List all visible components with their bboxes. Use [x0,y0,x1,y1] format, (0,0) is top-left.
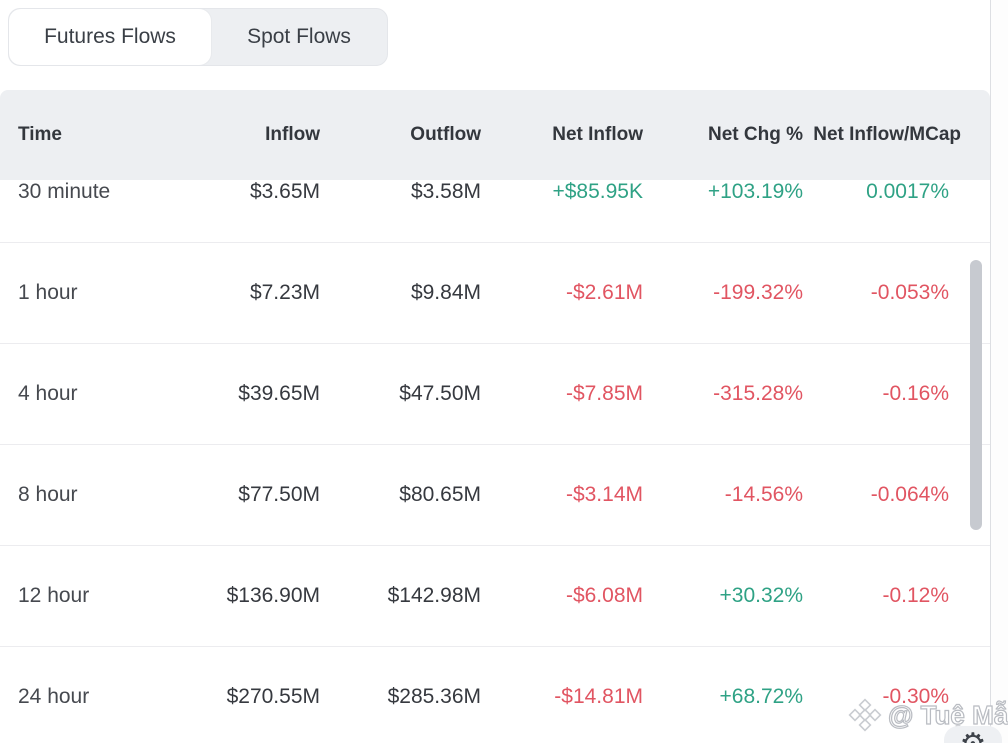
table-scrollbar-thumb[interactable] [970,260,982,530]
cell-time: 30 minute [18,180,191,204]
page-scrollbar-track[interactable] [990,0,1008,743]
cell-outflow: $47.50M [320,382,481,406]
table-row: 30 minute $3.65M $3.58M +$85.95K +103.19… [0,180,990,243]
gear-icon: ⚙ [960,730,987,743]
cell-time: 1 hour [18,281,191,305]
column-header: Outflow [320,124,481,146]
cell-net-inflow: -$3.14M [481,483,643,507]
cell-net-inflow-mcap: 0.0017% [803,180,961,204]
cell-net-chg-pct: -199.32% [643,281,803,305]
column-header: Inflow [191,124,320,146]
cell-inflow: $7.23M [191,281,320,305]
cell-net-inflow-mcap: -0.053% [803,281,961,305]
cell-time: 4 hour [18,382,191,406]
cell-inflow: $77.50M [191,483,320,507]
cell-net-chg-pct: -14.56% [643,483,803,507]
table-row: 24 hour $270.55M $285.36M -$14.81M +68.7… [0,647,990,743]
flows-tab-group: Futures Flows Spot Flows [8,8,388,66]
futures-flows-panel: Futures Flows Spot Flows TimeInflowOutfl… [0,0,1008,743]
table-row: 4 hour $39.65M $47.50M -$7.85M -315.28% … [0,344,990,445]
cell-net-chg-pct: -315.28% [643,382,803,406]
cell-outflow: $3.58M [320,180,481,204]
cell-net-chg-pct: +30.32% [643,584,803,608]
cell-inflow: $136.90M [191,584,320,608]
tab-spot-flows-label: Spot Flows [247,25,351,49]
table-row: 1 hour $7.23M $9.84M -$2.61M -199.32% -0… [0,243,990,344]
cell-net-inflow: -$14.81M [481,685,643,709]
cell-outflow: $285.36M [320,685,481,709]
column-header: Time [18,124,191,146]
cell-inflow: $3.65M [191,180,320,204]
cell-net-chg-pct: +103.19% [643,180,803,204]
column-header: Net Inflow [481,124,643,146]
cell-outflow: $9.84M [320,281,481,305]
table-row: 12 hour $136.90M $142.98M -$6.08M +30.32… [0,546,990,647]
column-header: Net Inflow/MCap [803,124,961,146]
cell-net-inflow-mcap: -0.30% [803,685,961,709]
cell-net-inflow: -$7.85M [481,382,643,406]
tab-futures-flows-label: Futures Flows [44,25,176,49]
table-body: 30 minute $3.65M $3.58M +$85.95K +103.19… [0,180,990,743]
cell-time: 8 hour [18,483,191,507]
settings-button[interactable]: ⚙ [944,726,1002,743]
cell-net-chg-pct: +68.72% [643,685,803,709]
cell-outflow: $80.65M [320,483,481,507]
table-row: 8 hour $77.50M $80.65M -$3.14M -14.56% -… [0,445,990,546]
cell-net-inflow-mcap: -0.12% [803,584,961,608]
cell-outflow: $142.98M [320,584,481,608]
cell-net-inflow-mcap: -0.064% [803,483,961,507]
tab-spot-flows[interactable]: Spot Flows [211,9,387,65]
cell-time: 12 hour [18,584,191,608]
cell-net-inflow: -$6.08M [481,584,643,608]
cell-time: 24 hour [18,685,191,709]
cell-net-inflow: +$85.95K [481,180,643,204]
table-header: TimeInflowOutflowNet InflowNet Chg %Net … [0,90,990,180]
cell-net-inflow: -$2.61M [481,281,643,305]
cell-inflow: $39.65M [191,382,320,406]
column-header: Net Chg % [643,124,803,146]
cell-inflow: $270.55M [191,685,320,709]
cell-net-inflow-mcap: -0.16% [803,382,961,406]
tab-futures-flows[interactable]: Futures Flows [9,9,211,65]
